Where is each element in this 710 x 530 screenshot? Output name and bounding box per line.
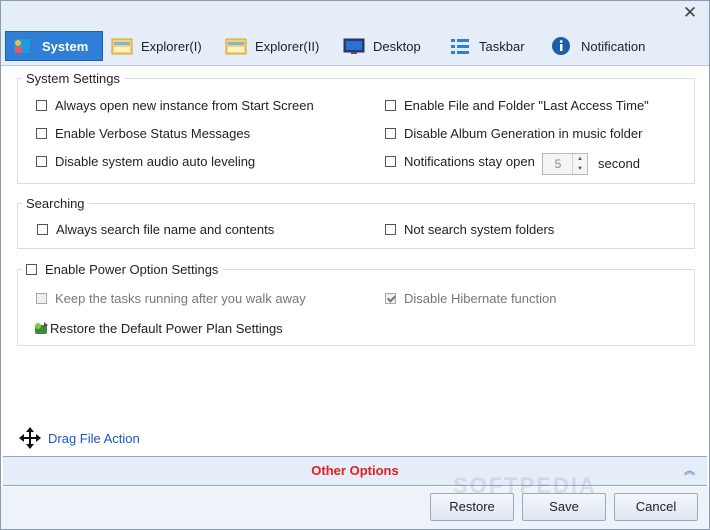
option-keep-tasks-running[interactable]: Keep the tasks running after you walk aw… (36, 291, 306, 306)
restore-power-plan-link[interactable]: Restore the Default Power Plan Settings (32, 320, 283, 336)
other-options-title[interactable]: Other Options (3, 457, 707, 485)
option-label: Enable Power Option Settings (45, 262, 219, 277)
title-bar: ✕ (1, 1, 709, 27)
tab-explorer-1[interactable]: Explorer(I) (111, 31, 211, 61)
option-label: Notifications stay open (404, 154, 535, 169)
checkbox[interactable] (36, 100, 47, 111)
tab-label: Explorer(II) (255, 38, 320, 54)
option-disable-audio-leveling[interactable]: Disable system audio auto leveling (36, 154, 255, 169)
option-label: Disable system audio auto leveling (55, 154, 256, 169)
option-label: Disable Hibernate function (404, 291, 557, 306)
cancel-button[interactable]: Cancel (614, 493, 698, 521)
checkbox[interactable] (385, 100, 396, 111)
searching-title: Searching (22, 196, 89, 211)
tab-label: Taskbar (479, 38, 525, 54)
checkbox[interactable] (385, 128, 396, 139)
tab-bar: System Explorer(I) Explorer(II) Desktop … (1, 27, 709, 66)
option-always-open-new-instance[interactable]: Always open new instance from Start Scre… (36, 98, 314, 113)
restore-power-plan-label: Restore the Default Power Plan Settings (50, 320, 283, 336)
checkbox[interactable] (37, 224, 48, 235)
checkbox[interactable] (26, 264, 37, 275)
folder-window-icon (225, 36, 247, 56)
option-not-search-system-folders[interactable]: Not search system folders (385, 222, 554, 237)
option-enable-power-settings[interactable]: Enable Power Option Settings (22, 262, 223, 277)
option-verbose-status[interactable]: Enable Verbose Status Messages (36, 126, 250, 141)
collapse-chevron-icon[interactable]: ︽ (684, 457, 695, 485)
checkbox[interactable] (36, 128, 47, 139)
checkbox-checked[interactable] (385, 293, 396, 304)
stepper-down-icon[interactable]: ▼ (573, 164, 587, 174)
checkbox[interactable] (36, 293, 47, 304)
notification-seconds-stepper[interactable]: 5 ▲ ▼ (542, 153, 588, 175)
restore-button[interactable]: Restore (430, 493, 514, 521)
power-plan-icon (32, 320, 50, 336)
close-button[interactable]: ✕ (679, 3, 701, 23)
tab-taskbar[interactable]: Taskbar (449, 31, 539, 61)
save-button[interactable]: Save (522, 493, 606, 521)
checkbox[interactable] (385, 224, 396, 235)
option-label: Not search system folders (404, 222, 555, 237)
checkbox[interactable] (36, 156, 47, 167)
list-icon (449, 36, 471, 56)
tab-label: System (42, 38, 89, 54)
option-label: Always search file name and contents (56, 222, 275, 237)
stepper-buttons: ▲ ▼ (572, 154, 587, 174)
checkbox[interactable] (385, 156, 396, 167)
tab-label: Desktop (373, 38, 421, 54)
option-search-file-contents[interactable]: Always search file name and contents (37, 222, 274, 237)
system-settings-icon (12, 36, 34, 56)
drag-file-action-link[interactable]: Drag File Action (18, 426, 140, 450)
tab-label: Notification (581, 38, 646, 54)
stepper-value[interactable]: 5 (543, 154, 573, 174)
option-last-access-time[interactable]: Enable File and Folder "Last Access Time… (385, 98, 649, 113)
seconds-unit-label: second (598, 156, 640, 171)
stepper-up-icon[interactable]: ▲ (573, 154, 587, 164)
settings-window: ✕ System Explorer(I) Explorer(II) Deskto… (0, 0, 710, 530)
info-icon (551, 36, 573, 56)
option-label: Enable Verbose Status Messages (55, 126, 251, 141)
tab-system[interactable]: System (5, 31, 103, 61)
monitor-icon (343, 36, 365, 56)
option-label: Always open new instance from Start Scre… (55, 98, 314, 113)
option-label: Disable Album Generation in music folder (404, 126, 643, 141)
tab-desktop[interactable]: Desktop (343, 31, 433, 61)
tab-explorer-2[interactable]: Explorer(II) (225, 31, 329, 61)
move-arrows-icon (18, 426, 42, 450)
system-settings-title: System Settings (22, 71, 124, 86)
option-notifications-stay-open[interactable]: Notifications stay open (385, 154, 535, 169)
folder-window-icon (111, 36, 133, 56)
other-options-bar[interactable]: Other Options ︽ (3, 456, 707, 486)
option-label: Enable File and Folder "Last Access Time… (404, 98, 649, 113)
tab-notification[interactable]: Notification (551, 31, 661, 61)
tab-label: Explorer(I) (141, 38, 202, 54)
option-disable-hibernate[interactable]: Disable Hibernate function (385, 291, 556, 306)
drag-file-action-label[interactable]: Drag File Action (48, 431, 140, 446)
option-disable-album-generation[interactable]: Disable Album Generation in music folder (385, 126, 642, 141)
option-label: Keep the tasks running after you walk aw… (55, 291, 306, 306)
